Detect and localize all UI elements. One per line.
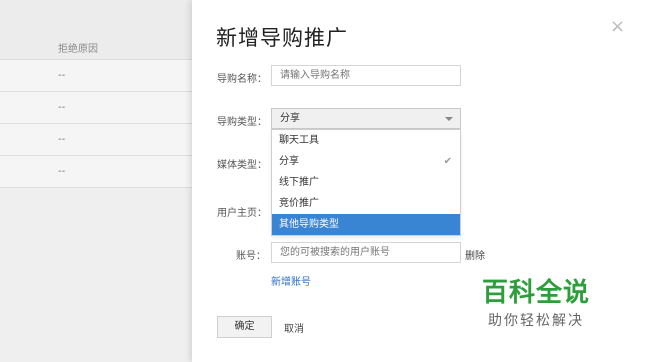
- watermark-sub-text: 助你轻松解决: [488, 313, 584, 329]
- table-header: 拒绝原因: [0, 0, 192, 60]
- type-label: 导购类型：: [217, 117, 267, 128]
- table-cell: --: [58, 166, 66, 177]
- chevron-down-icon: [445, 117, 453, 121]
- add-promotion-drawer: × 新增导购推广 导购名称： 导购类型： 分享 媒体类型： 用户主页： 账号： …: [192, 0, 650, 362]
- watermark-logo: 百科全说 助你轻松解决: [482, 278, 590, 330]
- name-input[interactable]: [271, 65, 461, 86]
- check-icon: ✔: [443, 156, 452, 167]
- add-account-link[interactable]: 新增账号: [271, 273, 311, 288]
- table-cell: --: [58, 102, 66, 113]
- table-cell: --: [58, 134, 66, 145]
- background-table: 拒绝原因 -- -- -- --: [0, 0, 192, 362]
- account-input[interactable]: [271, 242, 461, 263]
- table-cell: --: [58, 70, 66, 81]
- type-select-value: 分享: [280, 113, 300, 124]
- table-row: --: [0, 60, 192, 92]
- name-label: 导购名称：: [217, 74, 267, 85]
- option-share[interactable]: 分享 ✔: [272, 151, 460, 172]
- cancel-button[interactable]: 取消: [284, 320, 304, 335]
- media-label: 媒体类型：: [217, 160, 267, 171]
- option-other-type[interactable]: 其他导购类型: [272, 214, 460, 235]
- column-header-reject-reason: 拒绝原因: [58, 44, 98, 55]
- option-label: 线下推广: [279, 177, 319, 188]
- account-label: 账号：: [236, 251, 266, 262]
- drawer-title: 新增导购推广: [216, 26, 348, 50]
- delete-account-link[interactable]: 删除: [465, 247, 485, 262]
- watermark-main-text: 百科全说: [482, 278, 591, 308]
- option-label: 竞价推广: [279, 198, 319, 209]
- close-icon[interactable]: ×: [610, 18, 625, 36]
- option-label: 分享: [279, 156, 299, 167]
- table-row: --: [0, 156, 192, 188]
- option-label: 聊天工具: [279, 135, 319, 146]
- table-row: --: [0, 92, 192, 124]
- option-chat-tool[interactable]: 聊天工具: [272, 130, 460, 151]
- confirm-button[interactable]: 确定: [217, 316, 272, 338]
- option-bidding-promotion[interactable]: 竞价推广: [272, 193, 460, 214]
- type-select[interactable]: 分享: [271, 108, 461, 129]
- option-label: 其他导购类型: [279, 219, 339, 230]
- homepage-label: 用户主页：: [217, 208, 267, 219]
- option-offline-promotion[interactable]: 线下推广: [272, 172, 460, 193]
- type-dropdown-menu: 聊天工具 分享 ✔ 线下推广 竞价推广 其他导购类型: [271, 129, 461, 236]
- table-row: --: [0, 124, 192, 156]
